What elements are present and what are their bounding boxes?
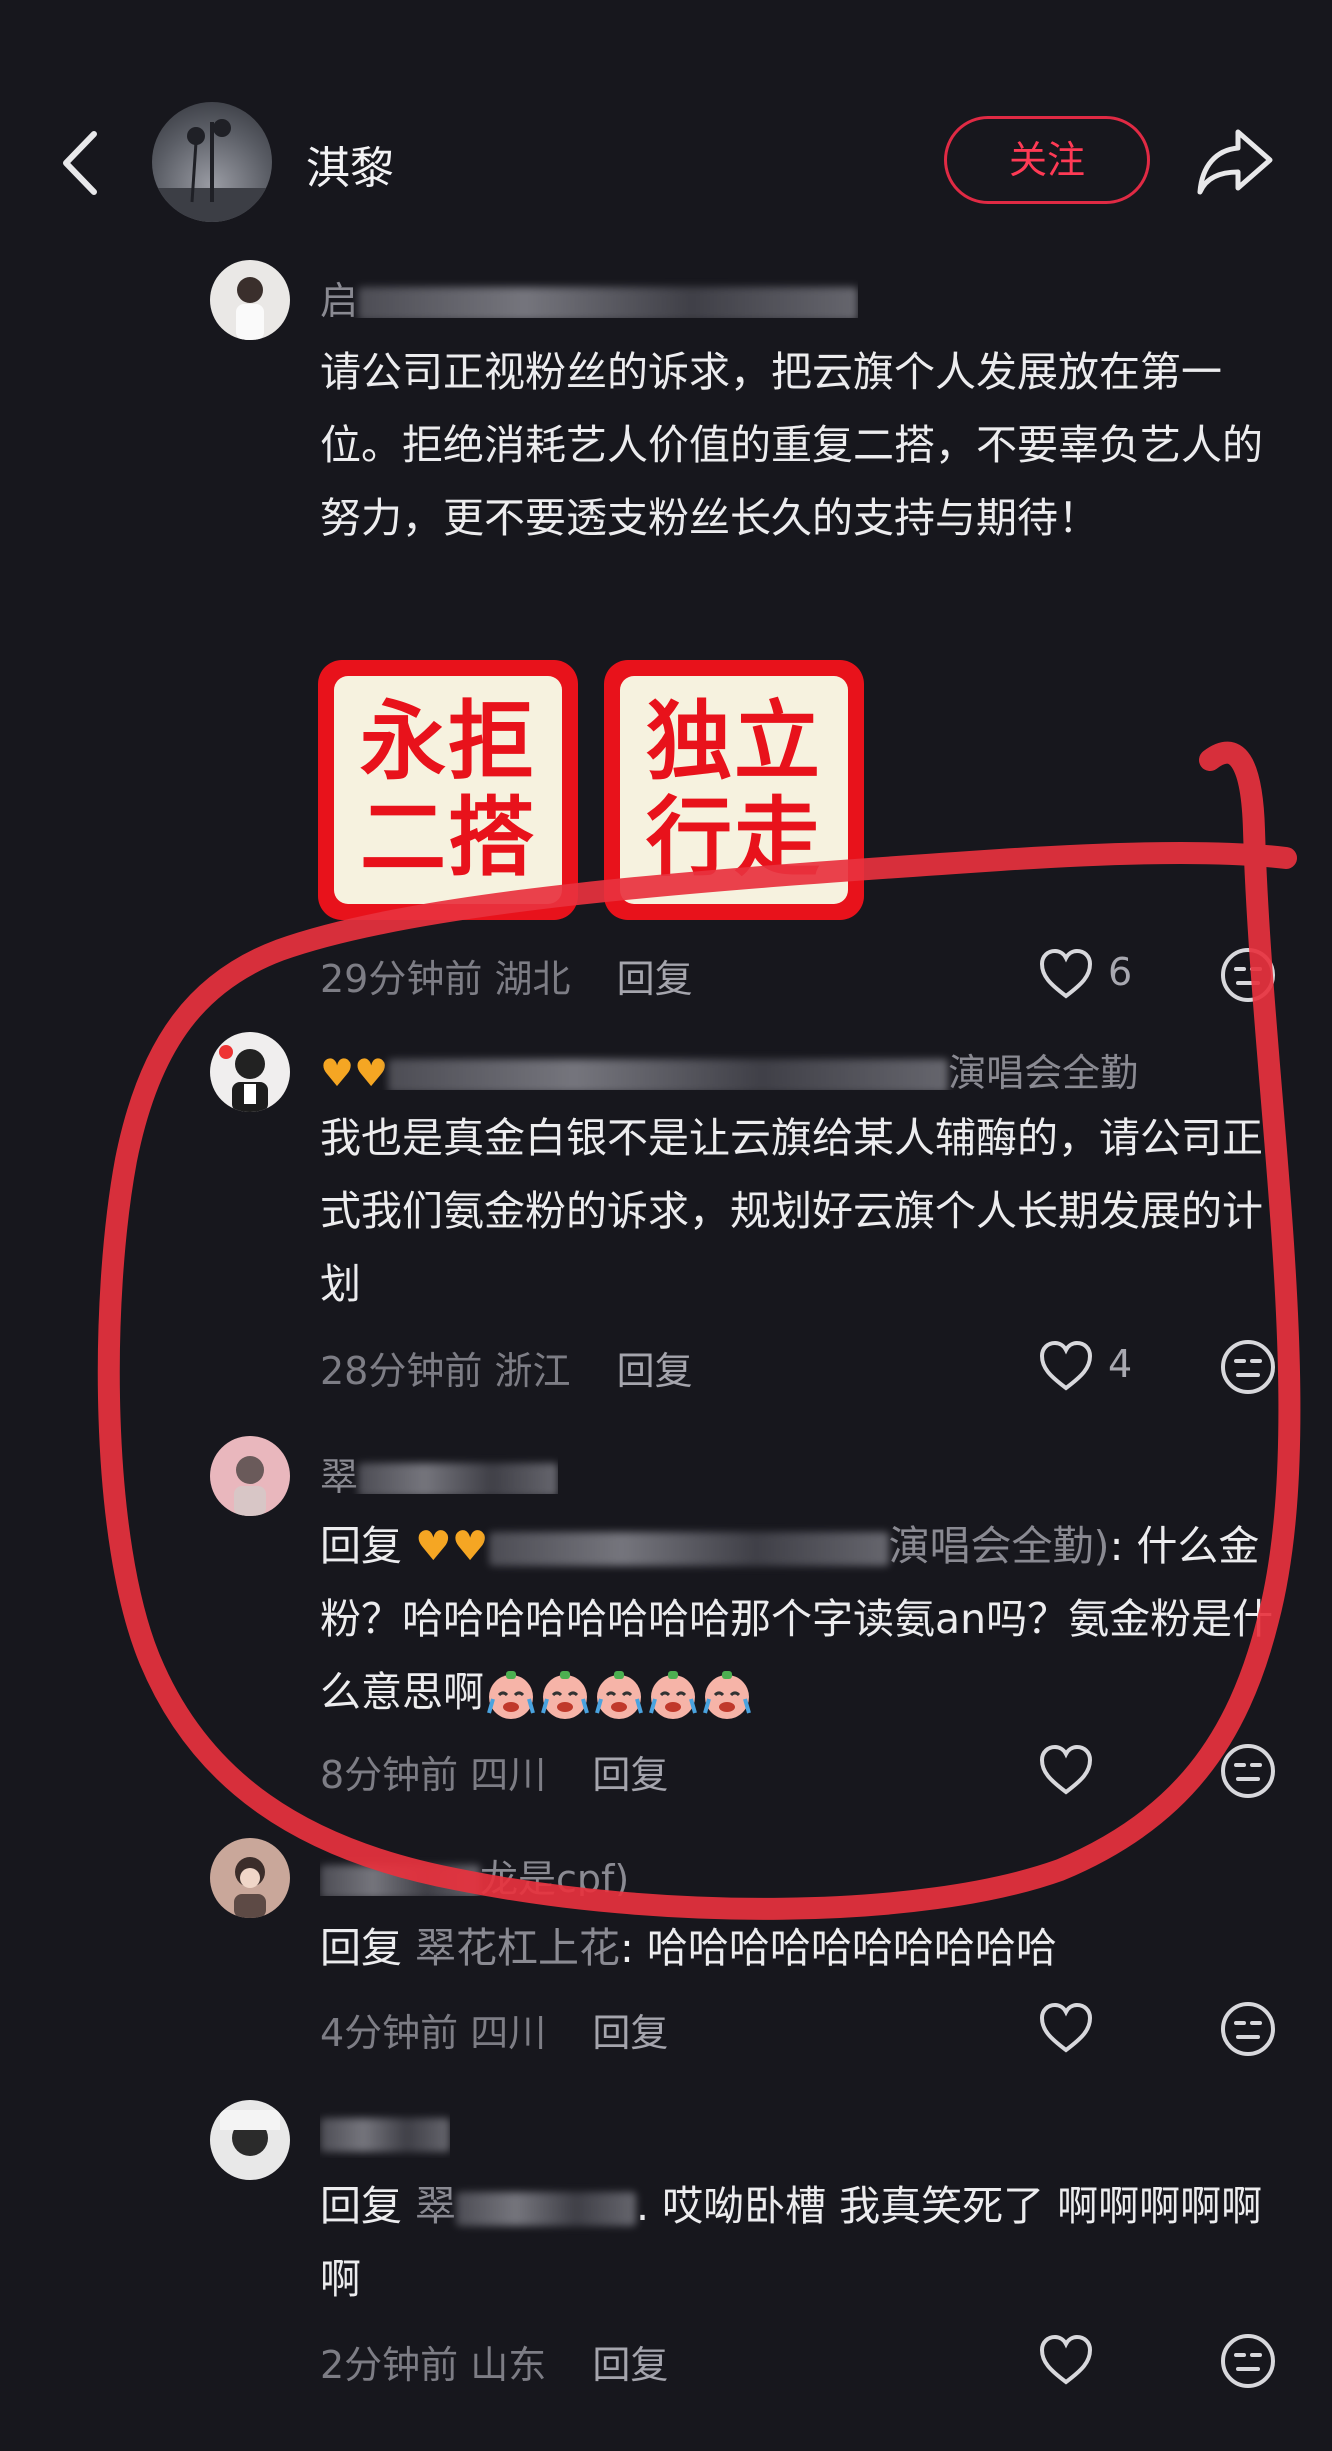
avatar-image <box>236 277 264 340</box>
crying-laughing-emoji <box>703 1671 751 1719</box>
heart-icon[interactable] <box>1038 2334 1094 2386</box>
comment-username[interactable]: ♥♥ 演唱会全勤 <box>320 1042 1138 1090</box>
heart-icon[interactable] <box>1038 2002 1094 2054</box>
blurred-username <box>320 1864 480 1896</box>
sticker-image: 永拒 二搭 <box>318 660 578 920</box>
avatar-image <box>220 2110 280 2156</box>
heart-icon[interactable] <box>1038 1744 1094 1796</box>
crying-laughing-emoji <box>487 1671 535 1719</box>
crying-laughing-emoji <box>595 1671 643 1719</box>
reply-button[interactable]: 回复 <box>592 2343 668 2387</box>
comment-meta: 29分钟前 湖北 回复 <box>320 957 693 1001</box>
heart-badges: ♥♥ <box>320 1051 389 1090</box>
dislike-face-icon[interactable] <box>1218 1741 1278 1801</box>
avatar-image <box>234 1857 266 1918</box>
profile-avatar[interactable] <box>152 102 272 222</box>
commenter-avatar[interactable] <box>210 1032 290 1112</box>
comment-username[interactable]: 翠 <box>320 1446 559 1494</box>
heart-icon[interactable] <box>1038 948 1094 1000</box>
comment-text: 我也是真金白银不是让云旗给某人辅酶的，请公司正式我们氨金粉的诉求，规划好云旗个人… <box>320 1114 1263 1308</box>
reply-button[interactable]: 回复 <box>617 1349 693 1393</box>
commenter-avatar[interactable] <box>210 1436 290 1516</box>
comment-text: 回复 翠. 哎呦卧槽 我真笑死了 啊啊啊啊啊啊 <box>320 2182 1263 2303</box>
comment-meta: 28分钟前 浙江 回复 <box>320 1349 693 1393</box>
like-count: 4 <box>1108 1342 1133 1386</box>
comment-username[interactable]: 龙是cpf) <box>320 1848 629 1896</box>
avatar-image <box>219 1045 268 1112</box>
follow-button[interactable]: 关注 <box>944 116 1150 204</box>
comment-text: 回复 翠花杠上花: 哈哈哈哈哈哈哈哈哈哈 <box>320 1924 1057 1972</box>
comment-meta: 2分钟前 山东 回复 <box>320 2343 669 2387</box>
reply-button[interactable]: 回复 <box>592 2011 668 2055</box>
comment-username[interactable] <box>320 2110 450 2158</box>
avatar-image <box>152 119 272 222</box>
crying-laughing-emoji-group <box>484 1668 754 1719</box>
commenter-avatar[interactable] <box>210 2100 290 2180</box>
top-bar: 淇黎 关注 <box>0 0 1332 260</box>
dislike-face-icon[interactable] <box>1218 1337 1278 1397</box>
heart-icon[interactable] <box>1038 1340 1094 1392</box>
blurred-username <box>358 286 859 318</box>
crying-laughing-emoji <box>649 1671 697 1719</box>
sticker-image: 独立 行走 <box>604 660 864 920</box>
like-count: 6 <box>1108 950 1133 994</box>
blurred-reply-target <box>456 2192 637 2226</box>
heart-badges: ♥♥ <box>415 1522 489 1570</box>
share-icon[interactable] <box>1194 124 1276 198</box>
blurred-reply-target <box>488 1532 889 1566</box>
dislike-face-icon[interactable] <box>1218 2331 1278 2391</box>
crying-laughing-emoji <box>541 1671 589 1719</box>
comment-text: 请公司正视粉丝的诉求，把云旗个人发展放在第一位。拒绝消耗艺人价值的重复二搭，不要… <box>320 348 1263 542</box>
comment-text: 回复 ♥♥ 演唱会全勤): 什么金粉？哈哈哈哈哈哈哈哈那个字读氨an吗？氨金粉是什… <box>320 1510 1280 1729</box>
commenter-avatar[interactable] <box>210 1838 290 1918</box>
profile-name: 淇黎 <box>306 143 394 194</box>
blurred-username <box>388 1058 949 1090</box>
commenter-avatar[interactable] <box>210 260 290 340</box>
blurred-username <box>358 1462 559 1494</box>
avatar-image <box>234 1456 266 1516</box>
comment-meta: 4分钟前 四川 回复 <box>320 2011 669 2055</box>
comment-meta: 8分钟前 四川 回复 <box>320 1753 669 1797</box>
reply-button[interactable]: 回复 <box>592 1753 668 1797</box>
dislike-face-icon[interactable] <box>1218 945 1278 1005</box>
back-arrow-icon[interactable] <box>58 128 102 198</box>
dislike-face-icon[interactable] <box>1218 1999 1278 2059</box>
reply-button[interactable]: 回复 <box>617 957 693 1001</box>
comment-username[interactable]: 启 <box>320 270 859 318</box>
blurred-username <box>320 2117 450 2152</box>
